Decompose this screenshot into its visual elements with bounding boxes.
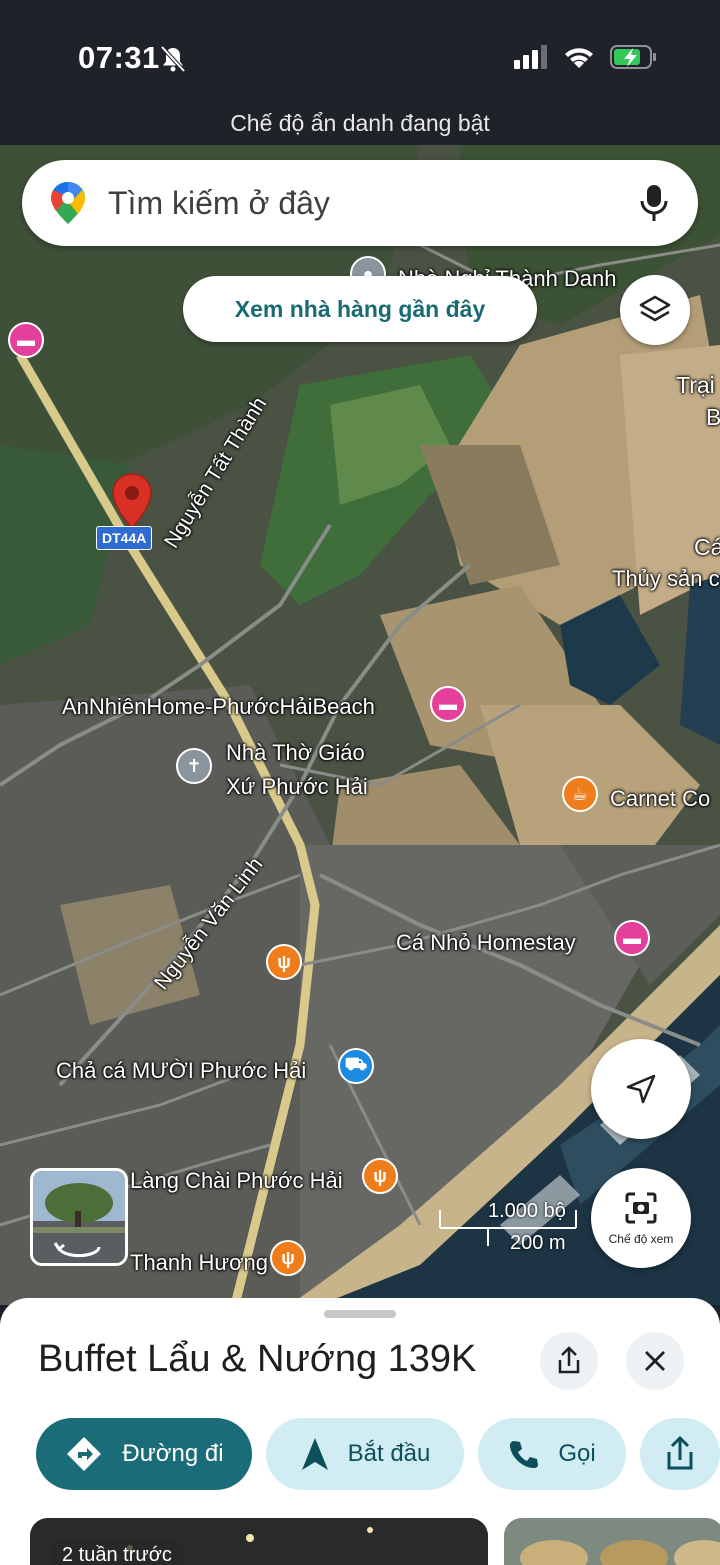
signal-icon xyxy=(514,45,547,69)
navigate-arrow-icon xyxy=(626,1074,656,1104)
more-share-button[interactable] xyxy=(640,1418,720,1490)
phone-icon xyxy=(510,1441,539,1468)
photo-image xyxy=(504,1518,720,1565)
status-bar: 07:31 Chế độ ẩn danh đang bật xyxy=(0,0,720,145)
google-maps-logo-icon xyxy=(51,182,85,224)
wifi-icon xyxy=(565,48,593,68)
layers-button[interactable] xyxy=(620,275,690,345)
hotel-icon[interactable]: ▬ xyxy=(8,322,44,358)
place-photo[interactable]: 2 tuần trước xyxy=(30,1518,488,1565)
my-location-button[interactable] xyxy=(591,1039,691,1139)
place-title: Buffet Lẩu & Nướng 139K xyxy=(38,1338,477,1380)
shopping-cart-icon[interactable]: ⛟ xyxy=(338,1048,374,1084)
search-bar[interactable]: Tìm kiếm ở đây xyxy=(22,160,698,246)
location-pin-icon[interactable] xyxy=(108,472,156,532)
map-label-nha-tho-1[interactable]: Nhà Thờ Giáo xyxy=(226,740,365,766)
lens-camera-icon xyxy=(625,1192,657,1224)
status-time: 07:31 xyxy=(78,40,160,75)
bell-off-icon xyxy=(160,45,186,73)
share-icon xyxy=(558,1346,580,1374)
place-bottom-sheet[interactable]: Buffet Lẩu & Nướng 139K Đường đi Bắt đầu xyxy=(0,1298,720,1565)
road-shield: DT44A xyxy=(96,526,153,550)
action-buttons: Đường đi Bắt đầu Gọi xyxy=(36,1418,720,1490)
map-label-thuy-san: Thủy sản c xyxy=(612,566,720,591)
photo-strip[interactable]: 2 tuần trước xyxy=(30,1518,720,1565)
church-icon[interactable]: ✝ xyxy=(176,748,212,784)
search-input[interactable]: Tìm kiếm ở đây xyxy=(108,185,636,222)
battery-icon xyxy=(610,45,656,69)
lens-view-button[interactable]: Chế độ xem xyxy=(591,1168,691,1268)
photo-age-badge: 2 tuần trước xyxy=(52,1540,182,1565)
street-view-image xyxy=(33,1171,125,1263)
layers-icon xyxy=(639,295,671,322)
hotel-icon[interactable]: ▬ xyxy=(614,920,650,956)
sheet-drag-handle[interactable] xyxy=(324,1310,396,1318)
directions-button[interactable]: Đường đi xyxy=(36,1418,252,1490)
share-icon xyxy=(667,1436,693,1470)
lens-label: Chế độ xem xyxy=(608,1232,674,1246)
place-photo[interactable] xyxy=(504,1518,720,1565)
start-label: Bắt đầu xyxy=(347,1440,431,1467)
restaurant-icon[interactable]: ψ xyxy=(266,944,302,980)
map-label-carnet[interactable]: Carnet Co xyxy=(610,786,710,812)
close-button[interactable] xyxy=(626,1332,684,1390)
share-button[interactable] xyxy=(540,1332,598,1390)
directions-label: Đường đi xyxy=(122,1440,224,1467)
close-icon xyxy=(645,1351,665,1371)
map-label-cha-ca[interactable]: Chả cá MƯỜI Phước Hải xyxy=(56,1058,306,1084)
incognito-banner: Chế độ ẩn danh đang bật xyxy=(230,110,490,136)
map-label-an-nhien[interactable]: AnNhiênHome-PhướcHảiBeach xyxy=(62,694,375,720)
restaurant-icon[interactable]: ψ xyxy=(362,1158,398,1194)
map-label-trai: Trại xyxy=(676,372,715,398)
call-label: Gọi xyxy=(558,1440,596,1467)
map-label-thanh-huong[interactable]: Thanh Hương xyxy=(130,1250,268,1276)
street-view-thumbnail[interactable] xyxy=(30,1168,128,1266)
map-label-ca-nho[interactable]: Cá Nhỏ Homestay xyxy=(396,930,576,956)
call-button[interactable]: Gọi xyxy=(478,1418,626,1490)
start-navigation-icon xyxy=(301,1438,328,1470)
restaurant-icon[interactable]: ψ xyxy=(270,1240,306,1276)
map-label-lang-chai[interactable]: Làng Chài Phước Hải xyxy=(130,1168,343,1194)
hotel-icon[interactable]: ▬ xyxy=(430,686,466,722)
directions-icon xyxy=(67,1437,102,1471)
cafe-icon[interactable]: ☕ xyxy=(562,776,598,812)
start-button[interactable]: Bắt đầu xyxy=(266,1418,464,1490)
scale-feet: 1.000 bộ xyxy=(488,1200,566,1222)
scale-meters: 200 m xyxy=(510,1232,566,1254)
map-label-ca: Cá xyxy=(694,534,720,560)
mic-icon[interactable] xyxy=(636,183,672,223)
map-label-nha-tho-2[interactable]: Xứ Phước Hải xyxy=(226,774,368,800)
nearby-restaurants-chip[interactable]: Xem nhà hàng gần đây xyxy=(183,276,537,342)
map-label-b: B xyxy=(706,404,720,430)
